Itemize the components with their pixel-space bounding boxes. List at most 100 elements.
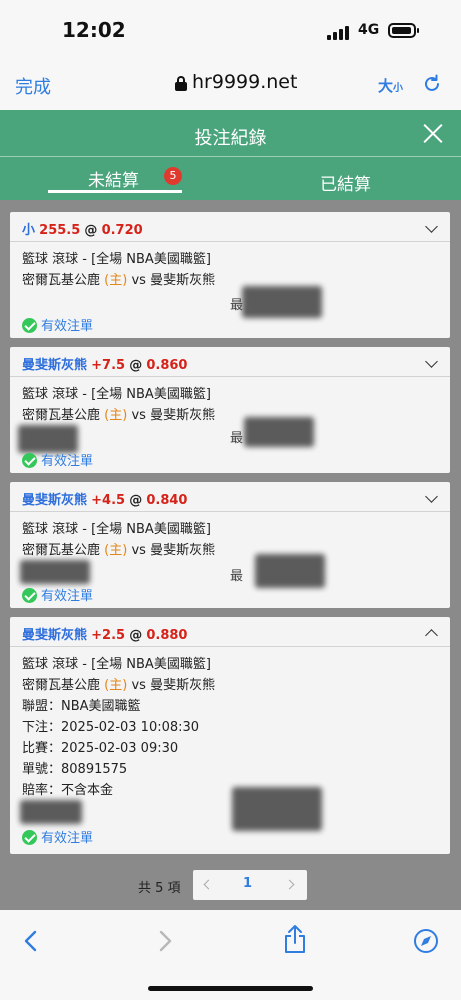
check-circle-icon <box>22 830 37 845</box>
bet-card-header[interactable]: 小 255.5 @ 0.720 <box>10 212 450 242</box>
valid-ticket: 有效注單 <box>22 585 93 604</box>
share-icon[interactable] <box>283 924 307 954</box>
odds-type-line: 賠率：不含本金 <box>22 783 114 798</box>
valid-ticket: 有效注單 <box>22 315 93 334</box>
check-circle-icon <box>22 318 37 333</box>
home-team: 密爾瓦基公鹿 <box>22 543 101 558</box>
back-icon[interactable] <box>22 930 40 952</box>
bet-at: @ <box>129 493 143 508</box>
sport-line: 籃球 滾球 - [全場 NBA美國職籃] <box>22 387 211 402</box>
check-circle-icon <box>22 453 37 468</box>
chevron-left-icon[interactable] <box>203 879 214 890</box>
bet-card-header[interactable]: 曼斐斯灰熊 +4.5 @ 0.840 <box>10 482 450 512</box>
home-team: 密爾瓦基公鹿 <box>22 273 101 288</box>
bet-handicap: +4.5 <box>91 493 126 508</box>
bet-odds: 0.880 <box>146 628 188 643</box>
signal-icon <box>327 24 353 40</box>
active-tab-indicator <box>48 190 182 193</box>
home-team: 密爾瓦基公鹿 <box>22 408 101 423</box>
bet-handicap: 255.5 <box>39 223 81 238</box>
bet-card: 小 255.5 @ 0.720 籃球 滾球 - [全場 NBA美國職籃] 密爾瓦… <box>10 212 450 338</box>
valid-ticket: 有效注單 <box>22 827 93 846</box>
bet-at: @ <box>129 358 143 373</box>
chevron-up-icon[interactable] <box>425 629 438 642</box>
obscured-text: 最 <box>230 569 244 584</box>
away-team: 曼斐斯灰熊 <box>150 543 216 558</box>
compass-icon[interactable] <box>413 928 439 954</box>
pagination: 共 5 項 1 <box>0 860 461 910</box>
bet-card: 曼斐斯灰熊 +4.5 @ 0.840 籃球 滾球 - [全場 NBA美國職籃] … <box>10 482 450 608</box>
lock-icon <box>175 76 187 91</box>
text-size-small: 小 <box>393 83 404 94</box>
modal-title: 投注紀錄 <box>194 128 267 149</box>
sport-line: 籃球 滾球 - [全場 NBA美國職籃] <box>22 252 211 267</box>
matchup: 密爾瓦基公鹿 (主) vs 曼斐斯灰熊 <box>22 540 438 561</box>
bet-card-body: 籃球 滾球 - [全場 NBA美國職籃] 密爾瓦基公鹿 (主) vs 曼斐斯灰熊 <box>10 377 450 426</box>
browser-bottom-bar <box>0 910 461 1000</box>
bet-card-body: 籃球 滾球 - [全場 NBA美國職籃] 密爾瓦基公鹿 (主) vs 曼斐斯灰熊 <box>10 242 450 291</box>
bet-selection: 曼斐斯灰熊 <box>22 493 88 508</box>
check-circle-icon <box>22 588 37 603</box>
bet-at: @ <box>129 628 143 643</box>
redacted-block <box>18 425 78 453</box>
vs-label: vs <box>131 408 146 423</box>
ticket-number-line: 單號：80891575 <box>22 762 128 777</box>
bet-card: 曼斐斯灰熊 +2.5 @ 0.880 籃球 滾球 - [全場 NBA美國職籃] … <box>10 617 450 854</box>
unsettled-count-badge: 5 <box>164 167 182 185</box>
bet-odds: 0.840 <box>146 493 188 508</box>
matchup: 密爾瓦基公鹿 (主) vs 曼斐斯灰熊 <box>22 405 438 426</box>
home-tag: (主) <box>104 273 128 288</box>
chevron-right-icon[interactable] <box>284 879 295 890</box>
close-icon[interactable] <box>422 122 444 144</box>
url-display[interactable]: hr9999.net <box>192 71 297 93</box>
vs-label: vs <box>131 543 146 558</box>
match-time-line: 比賽：2025-02-03 09:30 <box>22 741 179 756</box>
bet-card: 曼斐斯灰熊 +7.5 @ 0.860 籃球 滾球 - [全場 NBA美國職籃] … <box>10 347 450 473</box>
home-tag: (主) <box>104 543 128 558</box>
bet-time-line: 下注：2025-02-03 10:08:30 <box>22 720 200 735</box>
away-team: 曼斐斯灰熊 <box>150 678 216 693</box>
total-count: 共 5 項 <box>138 881 181 896</box>
sport-line: 籃球 滾球 - [全場 NBA美國職籃] <box>22 657 211 672</box>
chevron-down-icon[interactable] <box>425 220 438 233</box>
redacted-block <box>242 286 322 318</box>
home-tag: (主) <box>104 408 128 423</box>
bet-odds: 0.720 <box>101 223 143 238</box>
chevron-down-icon[interactable] <box>425 490 438 503</box>
bet-card-header[interactable]: 曼斐斯灰熊 +7.5 @ 0.860 <box>10 347 450 377</box>
chevron-down-icon[interactable] <box>425 355 438 368</box>
redacted-block <box>20 560 90 584</box>
sport-line: 籃球 滾球 - [全場 NBA美國職籃] <box>22 522 211 537</box>
bet-selection: 小 <box>22 223 36 238</box>
away-team: 曼斐斯灰熊 <box>150 273 216 288</box>
valid-ticket: 有效注單 <box>22 450 93 469</box>
matchup: 密爾瓦基公鹿 (主) vs 曼斐斯灰熊 <box>22 675 438 696</box>
bet-card-body: 籃球 滾球 - [全場 NBA美國職籃] 密爾瓦基公鹿 (主) vs 曼斐斯灰熊 <box>10 512 450 561</box>
bet-at: @ <box>84 223 98 238</box>
current-page[interactable]: 1 <box>243 876 252 891</box>
browser-toolbar: 完成 hr9999.net 大小 <box>0 56 461 110</box>
bet-handicap: +2.5 <box>91 628 126 643</box>
bet-card-header[interactable]: 曼斐斯灰熊 +2.5 @ 0.880 <box>10 617 450 647</box>
battery-icon <box>388 23 419 38</box>
tab-unsettled[interactable]: 未結算 <box>88 166 139 191</box>
vs-label: vs <box>131 273 146 288</box>
tab-settled[interactable]: 已結算 <box>320 170 371 195</box>
bet-selection: 曼斐斯灰熊 <box>22 358 88 373</box>
bet-list: 小 255.5 @ 0.720 籃球 滾球 - [全場 NBA美國職籃] 密爾瓦… <box>0 200 461 860</box>
valid-label: 有效注單 <box>41 454 94 469</box>
home-team: 密爾瓦基公鹿 <box>22 678 101 693</box>
reload-icon[interactable] <box>422 74 442 94</box>
valid-label: 有效注單 <box>41 831 94 846</box>
bet-selection: 曼斐斯灰熊 <box>22 628 88 643</box>
status-bar: 12:02 4G <box>0 0 461 56</box>
obscured-text: 最 <box>230 431 244 446</box>
away-team: 曼斐斯灰熊 <box>150 408 216 423</box>
home-indicator <box>148 986 313 991</box>
home-tag: (主) <box>104 678 128 693</box>
bet-handicap: +7.5 <box>91 358 126 373</box>
forward-icon[interactable] <box>156 930 174 952</box>
redacted-block <box>244 417 314 447</box>
text-size-button[interactable]: 大小 <box>378 75 403 96</box>
done-button[interactable]: 完成 <box>15 73 51 99</box>
